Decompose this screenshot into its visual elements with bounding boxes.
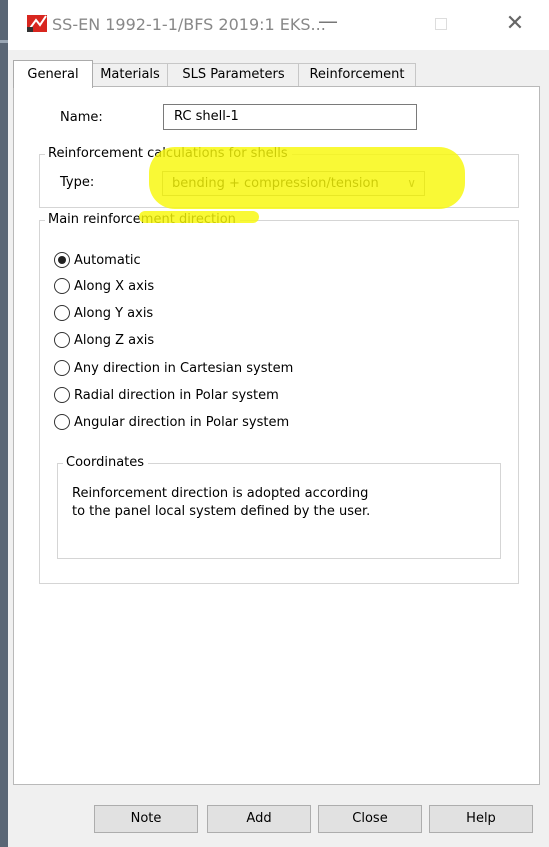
radio-label: Automatic (74, 252, 141, 268)
help-button[interactable]: Help (429, 805, 533, 833)
window-title: SS-EN 1992-1-1/BFS 2019:1 EKS... (52, 15, 326, 34)
radio-label: Angular direction in Polar system (74, 414, 290, 430)
type-label: Type: (60, 175, 95, 190)
radio-label: Along X axis (74, 278, 155, 294)
radio-button-icon (54, 414, 70, 430)
type-dropdown[interactable]: bending + compression/tension ∨ (162, 171, 425, 196)
radio-button-icon (54, 278, 70, 294)
yellow-highlight-stroke (139, 211, 259, 223)
radio-label: Along Y axis (74, 305, 154, 321)
close-window-button[interactable]: ✕ (505, 13, 525, 35)
coordinates-description: Reinforcement direction is adopted accor… (72, 485, 492, 521)
tab-sls-parameters[interactable]: SLS Parameters (167, 63, 300, 86)
radio-along-x-axis[interactable]: Along X axis (54, 276, 154, 296)
chevron-down-icon: ∨ (407, 176, 416, 190)
radio-label: Any direction in Cartesian system (74, 360, 294, 376)
radio-button-icon (54, 360, 70, 376)
radio-label: Along Z axis (74, 332, 155, 348)
close-button[interactable]: Close (318, 805, 422, 833)
radio-polar-radial-direction[interactable]: Radial direction in Polar system (54, 385, 279, 405)
radio-button-icon (54, 387, 70, 403)
maximize-button[interactable] (431, 14, 451, 34)
general-tab-panel: Name: RC shell-1 Reinforcement calculati… (13, 86, 540, 785)
coordinates-title: Coordinates (63, 455, 149, 471)
coordinates-description-line: to the panel local system defined by the… (72, 504, 371, 519)
radio-button-icon (54, 305, 70, 321)
tab-materials[interactable]: Materials (91, 63, 169, 86)
reinforcement-calculations-title: Reinforcement calculations for shells (45, 146, 292, 162)
type-dropdown-value: bending + compression/tension (172, 176, 379, 191)
dialog-window: SS-EN 1992-1-1/BFS 2019:1 EKS... — ✕ Gen… (8, 0, 549, 847)
name-field[interactable]: RC shell-1 (163, 104, 417, 130)
tab-general[interactable]: General (13, 60, 93, 88)
add-button[interactable]: Add (207, 805, 311, 833)
title-bar[interactable]: SS-EN 1992-1-1/BFS 2019:1 EKS... — ✕ (8, 0, 549, 50)
coordinates-group: Coordinates Reinforcement direction is a… (57, 455, 501, 559)
background-window-highlight (0, 40, 8, 43)
radio-label: Radial direction in Polar system (74, 387, 279, 403)
app-logo-icon (27, 15, 47, 32)
note-button[interactable]: Note (94, 805, 198, 833)
minimize-button[interactable]: — (318, 11, 338, 34)
radio-along-y-axis[interactable]: Along Y axis (54, 303, 153, 323)
button-bar: Note Add Close Help (8, 797, 549, 837)
maximize-icon (435, 18, 447, 30)
radio-button-icon (54, 332, 70, 348)
radio-button-icon (54, 252, 70, 268)
name-label: Name: (60, 110, 103, 125)
background-window-edge (0, 0, 8, 847)
tab-reinforcement[interactable]: Reinforcement (298, 63, 416, 86)
radio-polar-angular-direction[interactable]: Angular direction in Polar system (54, 412, 289, 432)
radio-along-z-axis[interactable]: Along Z axis (54, 330, 154, 350)
radio-cartesian-any-direction[interactable]: Any direction in Cartesian system (54, 358, 293, 378)
radio-automatic[interactable]: Automatic (54, 250, 141, 270)
coordinates-description-line: Reinforcement direction is adopted accor… (72, 486, 369, 501)
